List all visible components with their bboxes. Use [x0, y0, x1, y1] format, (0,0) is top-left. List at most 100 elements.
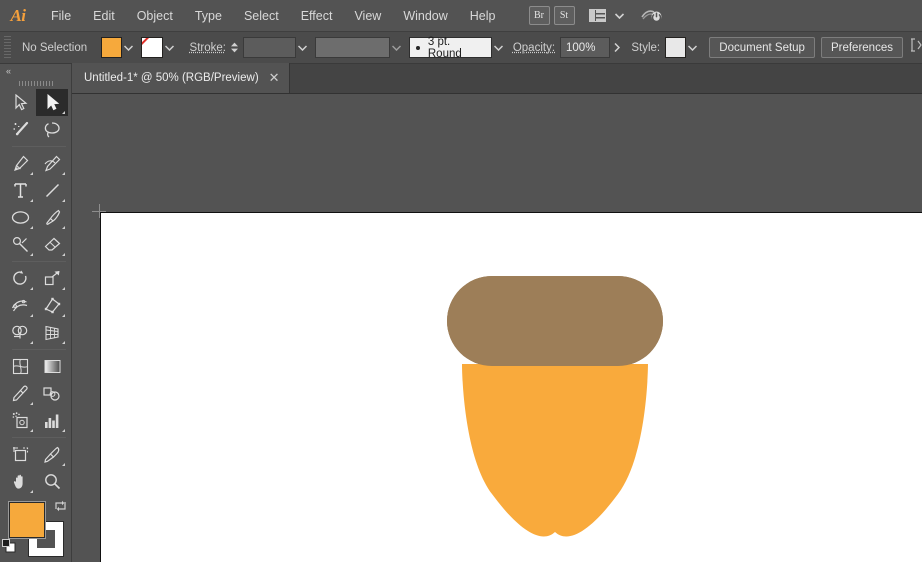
tool-flyout-indicator [30, 402, 33, 405]
artboard-tool[interactable] [4, 441, 36, 468]
close-icon[interactable]: ✕ [269, 71, 280, 84]
toolbar-fill-swatch[interactable] [8, 501, 46, 539]
tools-panel: « [0, 64, 72, 562]
width-tool[interactable] [4, 292, 36, 319]
opacity-label[interactable]: Opacity: [513, 42, 555, 54]
magic-wand-tool[interactable] [4, 116, 36, 143]
variable-width-chevron-down-icon[interactable] [390, 37, 403, 58]
stroke-weight-label[interactable]: Stroke: [190, 42, 226, 54]
workspace-chevron-down-icon[interactable] [613, 7, 627, 25]
opacity-input[interactable]: 100% [560, 37, 611, 58]
menu-bar-right-tools: Br St [528, 6, 665, 26]
brush-preview-dot [416, 45, 420, 50]
lasso-tool[interactable] [36, 116, 68, 143]
acorn-illustration[interactable] [72, 94, 922, 562]
panel-options-icon[interactable] [910, 38, 922, 57]
menu-edit[interactable]: Edit [82, 4, 126, 28]
brush-chevron-down-icon[interactable] [492, 37, 505, 58]
eyedropper-tool[interactable] [4, 380, 36, 407]
line-segment-tool[interactable] [36, 177, 68, 204]
gradient-tool[interactable] [36, 353, 68, 380]
stock-button[interactable]: St [553, 6, 575, 25]
tool-divider-3 [12, 349, 66, 350]
tool-flyout-indicator [62, 463, 65, 466]
stroke-weight-stepper[interactable] [230, 37, 240, 58]
tool-flyout-indicator [30, 287, 33, 290]
pen-tool[interactable] [4, 150, 36, 177]
selection-status-label: No Selection [21, 41, 88, 54]
symbol-sprayer-tool[interactable] [4, 407, 36, 434]
free-transform-tool[interactable] [36, 292, 68, 319]
tool-flyout-indicator [30, 253, 33, 256]
tool-flyout-indicator [62, 226, 65, 229]
perspective-grid-tool[interactable] [36, 319, 68, 346]
direct-selection-tool[interactable] [4, 89, 36, 116]
preferences-button[interactable]: Preferences [820, 37, 903, 58]
bridge-button[interactable]: Br [528, 6, 550, 25]
tools-panel-grip[interactable] [0, 78, 71, 89]
tool-divider-1 [12, 146, 66, 147]
stroke-color-swatch[interactable] [141, 37, 163, 58]
ellipse-tool[interactable] [4, 204, 36, 231]
graphic-style-swatch[interactable] [665, 37, 687, 58]
tool-flyout-indicator [30, 199, 33, 202]
brush-definition-select[interactable]: 3 pt. Round [409, 35, 492, 60]
menu-view[interactable]: View [343, 4, 392, 28]
menu-window[interactable]: Window [392, 4, 458, 28]
shaper-pencil-tool[interactable] [4, 231, 36, 258]
double-chevron-left-icon[interactable]: « [0, 64, 71, 78]
tool-divider-2 [12, 261, 66, 262]
menu-object[interactable]: Object [126, 4, 184, 28]
tool-grid [0, 89, 72, 495]
type-tool[interactable] [4, 177, 36, 204]
eraser-tool[interactable] [36, 231, 68, 258]
zoom-tool[interactable] [36, 468, 68, 495]
column-graph-tool[interactable] [36, 407, 68, 434]
swap-fill-stroke-icon[interactable] [54, 499, 68, 513]
document-tab-bar: Untitled-1* @ 50% (RGB/Preview) ✕ [0, 63, 922, 94]
tool-flyout-indicator [62, 314, 65, 317]
brush-definition-value: 3 pt. Round [427, 35, 462, 60]
acorn-body [462, 364, 648, 537]
canvas-area[interactable] [72, 94, 922, 562]
control-bar: No Selection Stroke: 3 pt. Round Opacity… [0, 32, 922, 64]
tool-flyout-indicator [62, 172, 65, 175]
control-bar-grip[interactable] [4, 35, 11, 60]
menu-select[interactable]: Select [233, 4, 290, 28]
variable-width-profile-input[interactable] [315, 37, 390, 58]
menu-bar: Ai File Edit Object Type Select Effect V… [0, 0, 922, 32]
menu-items: File Edit Object Type Select Effect View… [40, 0, 507, 32]
style-label: Style: [631, 41, 661, 54]
selection-tool[interactable] [36, 89, 68, 116]
fill-color-swatch[interactable] [101, 37, 123, 58]
tool-flyout-indicator [62, 341, 65, 344]
fill-chevron-down-icon[interactable] [122, 37, 135, 58]
mesh-tool[interactable] [4, 353, 36, 380]
slice-tool[interactable] [36, 441, 68, 468]
curvature-tool[interactable] [36, 150, 68, 177]
menu-file[interactable]: File [40, 4, 82, 28]
document-tab-untitled-1[interactable]: Untitled-1* @ 50% (RGB/Preview) ✕ [72, 63, 290, 93]
blend-tool[interactable] [36, 380, 68, 407]
workspace-switcher-icon[interactable] [587, 7, 609, 25]
stroke-weight-chevron-down-icon[interactable] [296, 37, 309, 58]
shape-builder-tool[interactable] [4, 319, 36, 346]
default-fill-stroke-icon[interactable] [2, 539, 16, 553]
menu-help[interactable]: Help [459, 4, 507, 28]
menu-type[interactable]: Type [184, 4, 233, 28]
paintbrush-tool[interactable] [36, 204, 68, 231]
scale-tool[interactable] [36, 265, 68, 292]
tool-flyout-indicator [62, 429, 65, 432]
hand-tool[interactable] [4, 468, 36, 495]
tool-flyout-indicator [62, 253, 65, 256]
fill-stroke-indicator [0, 499, 72, 562]
document-tab-title: Untitled-1* @ 50% (RGB/Preview) [84, 72, 259, 84]
search-adobe-icon[interactable] [639, 6, 665, 26]
document-setup-button[interactable]: Document Setup [709, 37, 815, 58]
stroke-weight-input[interactable] [242, 37, 297, 58]
opacity-chevron-right-icon[interactable] [610, 37, 623, 58]
menu-effect[interactable]: Effect [290, 4, 344, 28]
style-chevron-down-icon[interactable] [686, 37, 699, 58]
stroke-chevron-down-icon[interactable] [163, 37, 176, 58]
rotate-tool[interactable] [4, 265, 36, 292]
